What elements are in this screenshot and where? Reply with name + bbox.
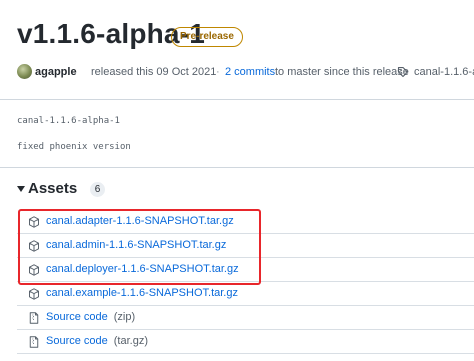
- separator-dot: ·: [216, 66, 220, 78]
- avatar[interactable]: [17, 64, 32, 79]
- package-icon: [29, 216, 39, 228]
- header-divider: [0, 99, 474, 100]
- asset-row[interactable]: Source code (zip): [17, 306, 474, 330]
- asset-row[interactable]: canal.adapter-1.1.6-SNAPSHOT.tar.gz: [17, 210, 474, 234]
- released-date-text: released this 09 Oct 2021: [91, 66, 217, 78]
- release-notes-line: canal-1.1.6-alpha-1: [17, 116, 120, 126]
- asset-row[interactable]: canal.deployer-1.1.6-SNAPSHOT.tar.gz: [17, 258, 474, 282]
- tag-icon: [397, 66, 409, 78]
- asset-row[interactable]: canal.admin-1.1.6-SNAPSHOT.tar.gz: [17, 234, 474, 258]
- commits-since-text: to master since this release: [275, 66, 409, 78]
- asset-format: (zip): [113, 311, 136, 323]
- asset-link[interactable]: Source code (zip): [46, 309, 135, 325]
- file-zip-icon: [29, 312, 39, 324]
- asset-label: Source code: [46, 311, 108, 323]
- caret-down-icon: [17, 186, 25, 192]
- package-icon: [29, 240, 39, 252]
- asset-row[interactable]: Source code (tar.gz): [17, 330, 474, 354]
- asset-format: (tar.gz): [113, 335, 148, 347]
- asset-row[interactable]: canal.example-1.1.6-SNAPSHOT.tar.gz: [17, 282, 474, 306]
- author-link[interactable]: agapple: [35, 64, 77, 80]
- asset-link[interactable]: canal.deployer-1.1.6-SNAPSHOT.tar.gz: [46, 261, 239, 277]
- body-divider: [0, 167, 474, 168]
- asset-link[interactable]: Source code (tar.gz): [46, 333, 148, 349]
- asset-link[interactable]: canal.adapter-1.1.6-SNAPSHOT.tar.gz: [46, 213, 234, 229]
- asset-label: Source code: [46, 335, 108, 347]
- assets-toggle[interactable]: Assets 6: [17, 180, 217, 198]
- assets-count-badge: 6: [90, 182, 105, 197]
- assets-title: Assets: [28, 180, 78, 197]
- commits-link[interactable]: 2 commits: [225, 64, 275, 80]
- package-icon: [29, 288, 39, 300]
- pre-release-badge: Pre-release: [171, 27, 243, 47]
- file-zip-icon: [29, 336, 39, 348]
- asset-list: canal.adapter-1.1.6-SNAPSHOT.tar.gz cana…: [17, 210, 474, 354]
- asset-link[interactable]: canal.admin-1.1.6-SNAPSHOT.tar.gz: [46, 237, 226, 253]
- package-icon: [29, 264, 39, 276]
- release-notes-line: fixed phoenix version: [17, 142, 131, 152]
- release-meta: agapple released this 09 Oct 2021 · 2 co…: [17, 64, 474, 80]
- tag-link[interactable]: canal-1.1.6-al: [414, 64, 474, 80]
- asset-link[interactable]: canal.example-1.1.6-SNAPSHOT.tar.gz: [46, 285, 238, 301]
